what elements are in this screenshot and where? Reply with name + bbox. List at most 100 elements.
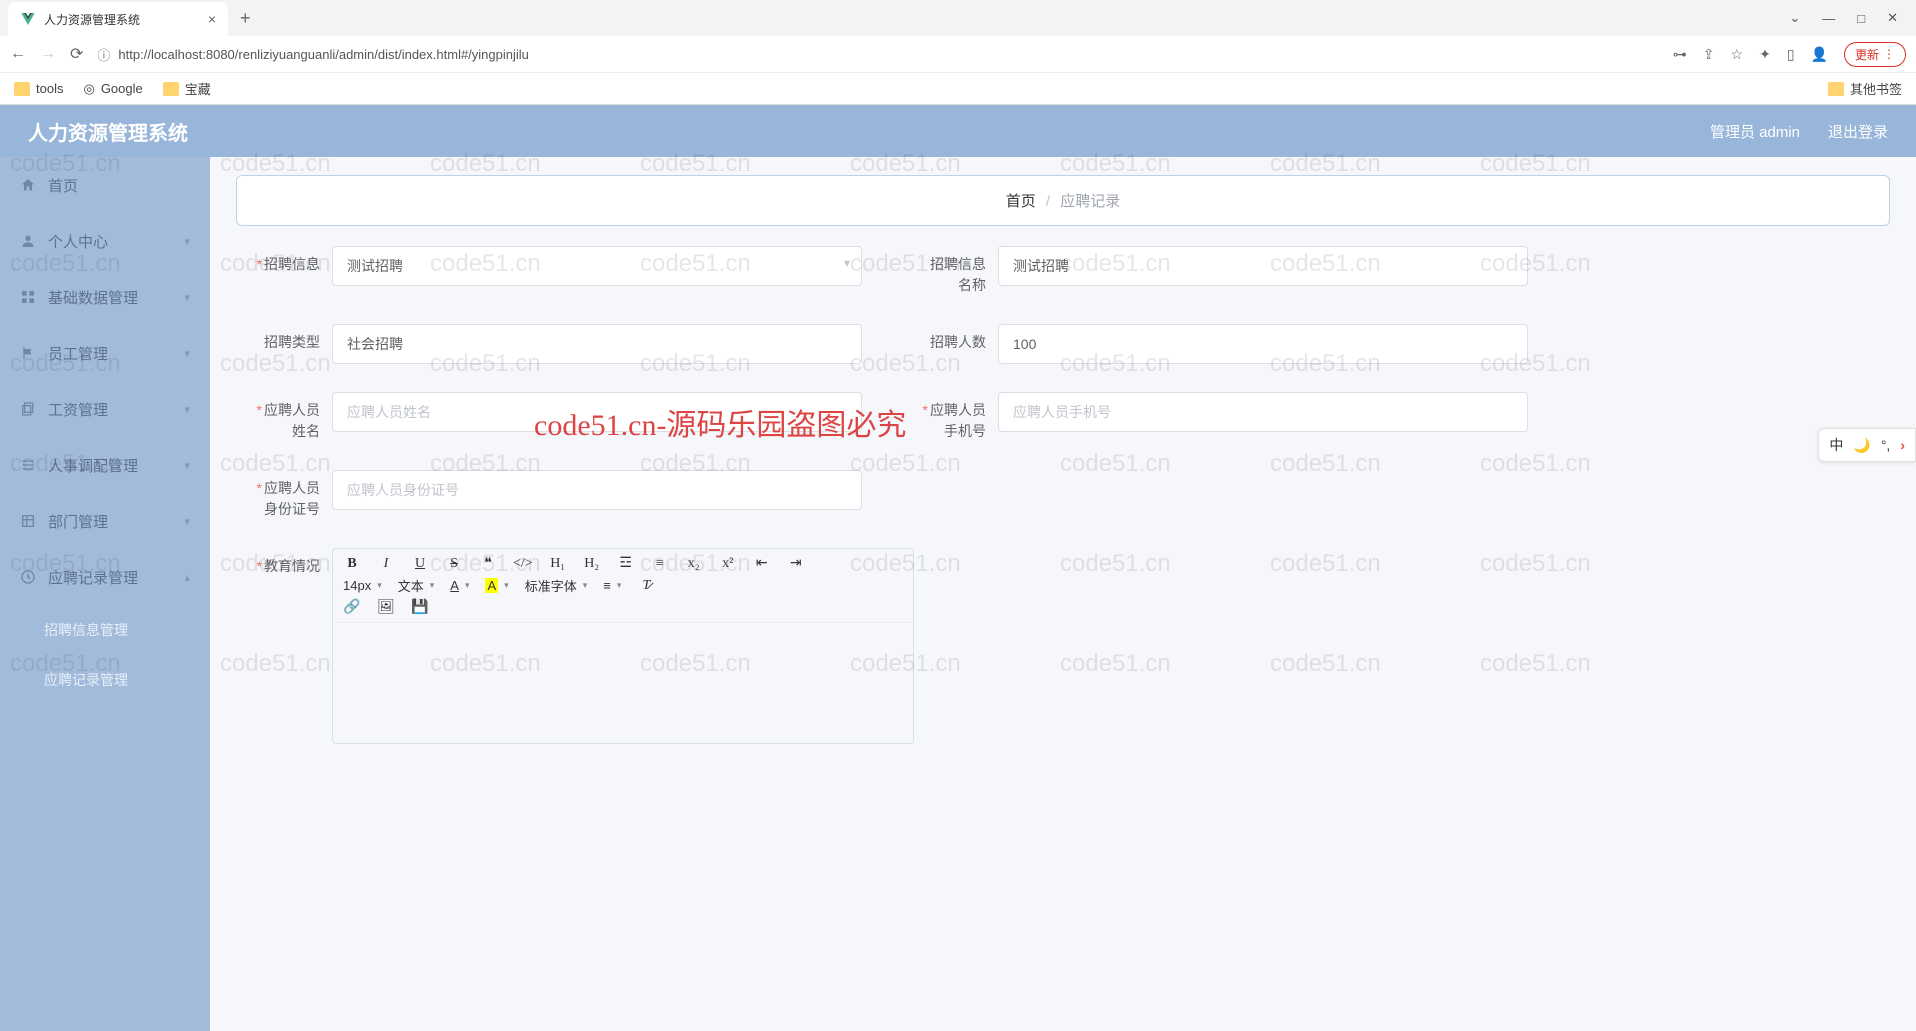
- sub-icon[interactable]: x₂: [685, 556, 703, 572]
- italic-icon[interactable]: I: [377, 556, 395, 572]
- recruit-info-select[interactable]: [332, 246, 862, 286]
- app-header: 人力资源管理系统 管理员 admin 退出登录: [0, 105, 1916, 157]
- maximize-icon[interactable]: □: [1857, 11, 1865, 26]
- ime-widget[interactable]: 中 🌙 °, ›: [1818, 428, 1916, 462]
- sidebar-sub-recruit-info[interactable]: 招聘信息管理: [0, 605, 210, 655]
- reload-button[interactable]: ⟳: [70, 44, 83, 64]
- bookmark-google[interactable]: ◎Google: [83, 81, 142, 97]
- underline-icon[interactable]: U: [411, 556, 429, 572]
- code-icon[interactable]: </>: [513, 556, 533, 572]
- star-icon[interactable]: ☆: [1731, 46, 1744, 63]
- tab-close-icon[interactable]: ×: [208, 11, 216, 27]
- info-icon[interactable]: ⓘ: [97, 45, 110, 64]
- chevron-down-icon: ▾: [184, 515, 190, 528]
- share-icon[interactable]: ⇪: [1703, 46, 1715, 63]
- link-icon[interactable]: 🔗: [343, 599, 361, 616]
- color-select[interactable]: A▾: [450, 578, 469, 593]
- font-select[interactable]: 标准字体▾: [525, 576, 588, 595]
- folder-icon: [163, 82, 179, 96]
- field-applicant-phone: *应聘人员手机号: [902, 392, 1528, 442]
- sup-icon[interactable]: x²: [719, 556, 737, 572]
- sidebar-label: 人事调配管理: [48, 455, 138, 476]
- sidebar-item-record[interactable]: 应聘记录管理 ▴: [0, 549, 210, 605]
- sidebar-item-salary[interactable]: 工资管理 ▾: [0, 381, 210, 437]
- sidebar-label: 个人中心: [48, 231, 108, 252]
- sidebar-item-dept[interactable]: 部门管理 ▾: [0, 493, 210, 549]
- new-tab-button[interactable]: +: [240, 8, 251, 29]
- profile-icon[interactable]: 👤: [1811, 46, 1828, 63]
- recruit-type-input[interactable]: [332, 324, 862, 364]
- moon-icon[interactable]: 🌙: [1853, 437, 1870, 454]
- sidebar-label: 应聘记录管理: [48, 567, 138, 588]
- chevron-up-icon: ▴: [184, 571, 190, 584]
- ime-punct[interactable]: °,: [1881, 437, 1891, 453]
- bookmark-other[interactable]: 其他书签: [1828, 79, 1902, 98]
- folder-icon: [14, 82, 30, 96]
- sidebar-item-base[interactable]: 基础数据管理 ▾: [0, 269, 210, 325]
- sidebar-label: 员工管理: [48, 343, 108, 364]
- chevron-down-icon: ▾: [184, 347, 190, 360]
- bookmark-baozang[interactable]: 宝藏: [163, 79, 211, 98]
- sidebar: 首页 个人中心 ▾ 基础数据管理 ▾ 员工管理 ▾ 工资管理 ▾ 人事调配管理 …: [0, 157, 210, 1031]
- outdent-icon[interactable]: ⇥: [787, 555, 805, 572]
- url-box[interactable]: ⓘ http://localhost:8080/renliziyuanguanl…: [97, 45, 1658, 64]
- recruit-name-input[interactable]: [998, 246, 1528, 286]
- browser-tab[interactable]: 人力资源管理系统 ×: [8, 2, 228, 36]
- ime-lang[interactable]: 中: [1829, 435, 1843, 455]
- save-icon[interactable]: 💾: [411, 599, 429, 616]
- bold-icon[interactable]: B: [343, 556, 361, 572]
- sidebar-item-hr[interactable]: 人事调配管理 ▾: [0, 437, 210, 493]
- panel-icon[interactable]: ▯: [1787, 46, 1795, 63]
- align-select[interactable]: ≡▾: [603, 578, 621, 593]
- google-icon: ◎: [83, 81, 94, 97]
- breadcrumb-home[interactable]: 首页: [1006, 193, 1036, 210]
- logout-button[interactable]: 退出登录: [1828, 121, 1888, 142]
- chevron-right-icon[interactable]: ›: [1900, 437, 1905, 453]
- chevron-down-icon: ▾: [184, 291, 190, 304]
- ul-icon[interactable]: ≡: [651, 556, 669, 572]
- fontsize-select[interactable]: 14px▾: [343, 578, 382, 593]
- quote-icon[interactable]: ❝: [479, 555, 497, 572]
- minimize-icon[interactable]: —: [1822, 11, 1835, 26]
- indent-icon[interactable]: ⇤: [753, 555, 771, 572]
- ol-icon[interactable]: ☲: [617, 555, 635, 572]
- puzzle-icon[interactable]: ✦: [1759, 46, 1771, 63]
- main-content: 首页 / 应聘记录 *招聘信息 招聘信息名称 招聘类型: [210, 157, 1916, 1031]
- bgcolor-select[interactable]: A▾: [485, 578, 508, 593]
- sheet-icon: [20, 513, 36, 529]
- field-applicant-id: *应聘人员身份证号: [236, 470, 862, 520]
- sidebar-sub-record[interactable]: 应聘记录管理: [0, 655, 210, 705]
- clear-icon[interactable]: T̷: [637, 578, 655, 594]
- admin-label[interactable]: 管理员 admin: [1710, 121, 1800, 142]
- flag-icon: [20, 345, 36, 361]
- bookmark-tools[interactable]: tools: [14, 81, 63, 96]
- recruit-count-input[interactable]: [998, 324, 1528, 364]
- image-icon[interactable]: 🖼: [377, 599, 395, 616]
- list-icon: [20, 457, 36, 473]
- sidebar-item-employee[interactable]: 员工管理 ▾: [0, 325, 210, 381]
- close-icon[interactable]: ✕: [1887, 10, 1898, 26]
- applicant-phone-input[interactable]: [998, 392, 1528, 432]
- app-title: 人力资源管理系统: [28, 117, 188, 146]
- grid-icon: [20, 289, 36, 305]
- field-recruit-name: 招聘信息名称: [902, 246, 1528, 296]
- strike-icon[interactable]: S: [445, 556, 463, 572]
- key-icon[interactable]: ⊶: [1673, 46, 1687, 63]
- update-button[interactable]: 更新⋮: [1844, 42, 1906, 67]
- chevron-down-icon: ▾: [184, 403, 190, 416]
- chevron-down-icon[interactable]: ⌄: [1789, 10, 1800, 26]
- field-recruit-count: 招聘人数: [902, 324, 1528, 364]
- tab-bar: 人力资源管理系统 × + ⌄ — □ ✕: [0, 0, 1916, 36]
- editor-body[interactable]: [333, 623, 913, 743]
- h2-icon[interactable]: H₂: [583, 556, 601, 572]
- sidebar-item-home[interactable]: 首页: [0, 157, 210, 213]
- back-button[interactable]: ←: [10, 45, 26, 63]
- chevron-down-icon: ▾: [184, 459, 190, 472]
- h1-icon[interactable]: H₁: [549, 556, 567, 572]
- applicant-id-input[interactable]: [332, 470, 862, 510]
- block-select[interactable]: 文本▾: [398, 576, 435, 595]
- applicant-name-input[interactable]: [332, 392, 862, 432]
- chevron-down-icon: ▾: [184, 235, 190, 248]
- forward-button[interactable]: →: [40, 45, 56, 63]
- sidebar-item-personal[interactable]: 个人中心 ▾: [0, 213, 210, 269]
